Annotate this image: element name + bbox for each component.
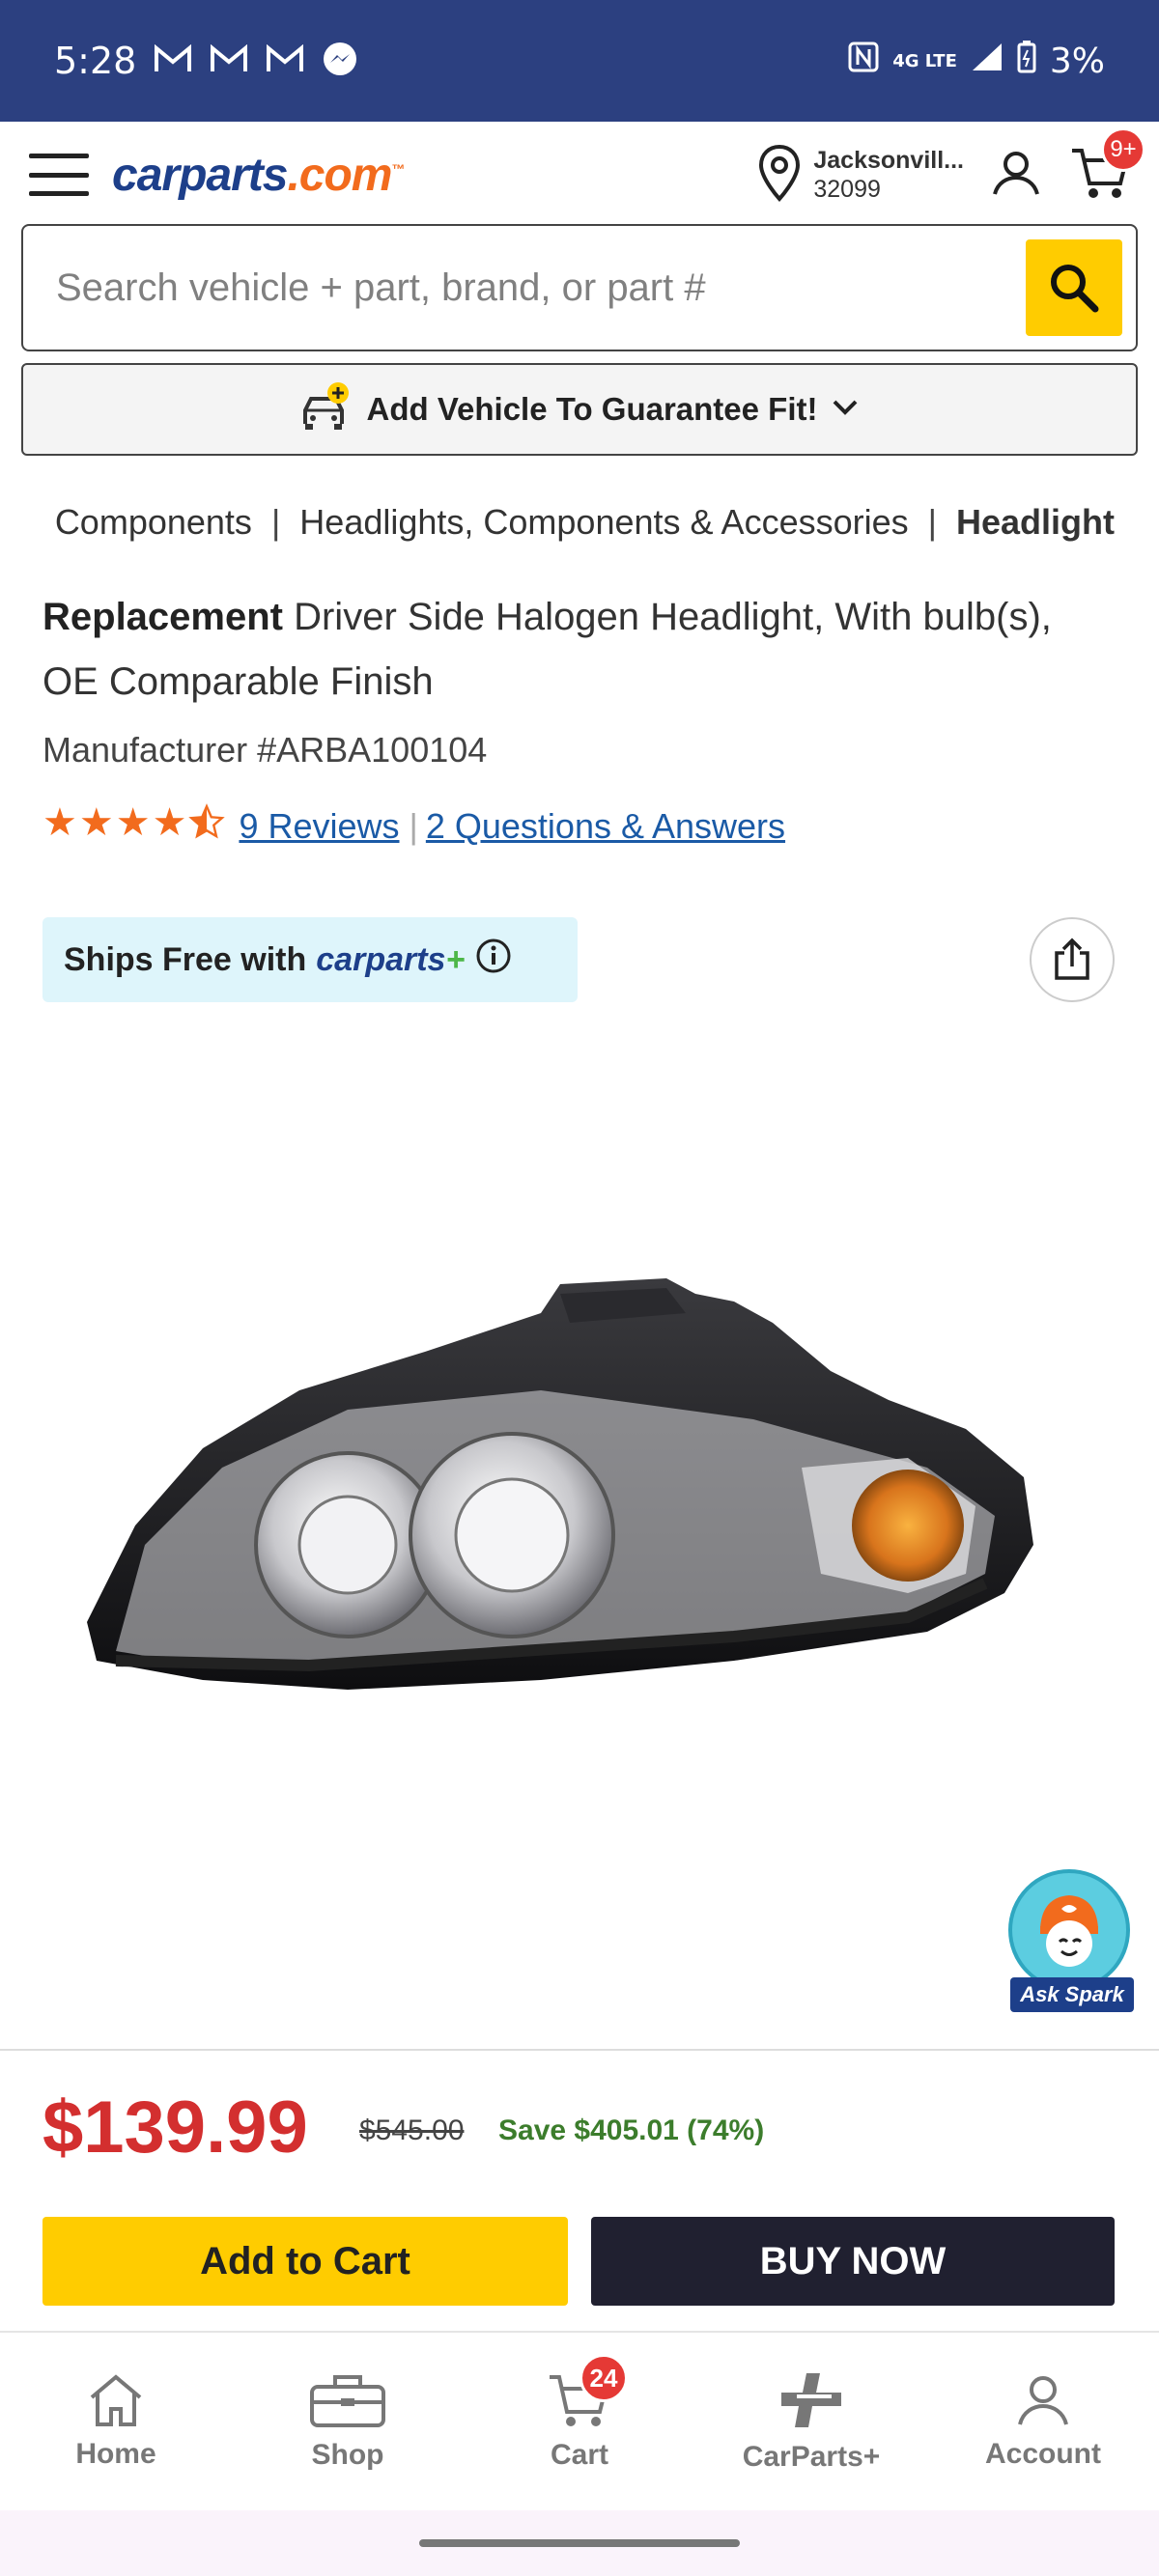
ask-spark-button[interactable]: Ask Spark	[1008, 1869, 1134, 2014]
nav-shop-label: Shop	[311, 2439, 384, 2471]
menu-icon[interactable]	[29, 154, 89, 196]
star-icon: ★	[115, 801, 151, 844]
nav-carparts-plus-label: CarParts+	[742, 2441, 881, 2473]
location-zip: 32099	[813, 176, 881, 203]
search-icon	[1051, 265, 1099, 313]
site-logo[interactable]: carparts.com™	[112, 149, 405, 202]
location-selector[interactable]: Jacksonvill... 32099	[755, 143, 964, 208]
gmail-icon	[210, 43, 248, 78]
add-vehicle-button[interactable]: Add Vehicle To Guarantee Fit!	[21, 363, 1138, 456]
info-icon[interactable]	[474, 937, 513, 984]
logo-tld: .com	[287, 149, 392, 201]
signal-icon	[971, 42, 1004, 81]
current-price: $139.99	[42, 2086, 308, 2169]
cart-count-badge: 9+	[1101, 126, 1145, 172]
location-city: Jacksonvill...	[813, 147, 964, 174]
search-bar	[21, 224, 1138, 351]
ask-spark-label: Ask Spark	[1010, 1977, 1134, 2012]
chevron-down-icon	[831, 398, 860, 422]
product-title: Replacement Driver Side Halogen Headligh…	[42, 585, 1117, 714]
star-icon: ★	[78, 801, 114, 844]
gmail-icon	[266, 43, 304, 78]
breadcrumb: Components | Headlights, Components & Acce…	[54, 502, 1115, 542]
status-left: 5:28	[54, 40, 358, 82]
star-icon: ★	[42, 801, 77, 844]
breadcrumb-current: Headlight	[955, 502, 1115, 542]
ships-plus: +	[445, 940, 466, 978]
cart-icon[interactable]: 9+	[1070, 126, 1145, 206]
network-label: 4G LTE	[892, 50, 957, 71]
breadcrumb-item[interactable]: Components	[55, 502, 252, 542]
share-button[interactable]	[1030, 917, 1115, 1002]
ships-free-text: Ships Free with	[64, 940, 307, 978]
status-time: 5:28	[54, 40, 137, 82]
home-gesture-bar[interactable]	[419, 2539, 740, 2547]
add-vehicle-label: Add Vehicle To Guarantee Fit!	[366, 391, 818, 427]
search-button[interactable]	[1026, 239, 1122, 336]
product-image[interactable]	[58, 1255, 1111, 1834]
carparts-plus-icon	[781, 2373, 841, 2427]
toolbox-icon	[310, 2375, 385, 2427]
product-title-brand: Replacement	[42, 596, 283, 638]
ships-free-banner[interactable]: Ships Free with carparts+	[42, 917, 578, 1002]
location-pin-icon	[755, 143, 804, 208]
add-to-cart-button[interactable]: Add to Cart	[42, 2217, 568, 2306]
nav-cart-badge: 24	[580, 2354, 628, 2402]
messenger-icon	[322, 41, 358, 82]
breadcrumb-item[interactable]: Headlights, Components & Accessories	[299, 502, 908, 542]
divider: |	[409, 805, 418, 846]
search-input[interactable]	[56, 266, 1026, 310]
nav-account[interactable]: Account	[927, 2333, 1159, 2510]
ships-brand: carparts	[316, 940, 446, 978]
half-star-icon	[188, 803, 226, 849]
star-icon: ★	[152, 801, 187, 844]
battery-percent: 3%	[1049, 41, 1105, 81]
nav-account-label: Account	[985, 2438, 1101, 2470]
car-add-icon	[299, 381, 353, 438]
home-icon	[90, 2374, 142, 2426]
status-right: 4G LTE 3%	[848, 40, 1105, 82]
nfc-icon	[848, 42, 879, 81]
section-divider	[0, 2049, 1159, 2051]
spark-mascot-icon	[1008, 1869, 1130, 1991]
battery-icon	[1017, 40, 1036, 82]
nav-cart-label: Cart	[550, 2439, 608, 2471]
logo-tm: ™	[391, 160, 405, 177]
nav-shop[interactable]: Shop	[232, 2333, 464, 2510]
share-icon	[1055, 938, 1089, 980]
manufacturer-number: Manufacturer #ARBA100104	[42, 730, 488, 770]
qa-link[interactable]: 2 Questions & Answers	[426, 806, 785, 847]
buy-now-button[interactable]: BUY NOW	[591, 2217, 1115, 2306]
reviews-link[interactable]: 9 Reviews	[239, 806, 399, 847]
nav-cart[interactable]: Cart 24	[464, 2333, 695, 2510]
logo-main: carparts	[112, 149, 288, 201]
nav-carparts-plus[interactable]: CarParts+	[695, 2333, 927, 2510]
gmail-icon	[154, 43, 192, 78]
bottom-nav: Home Shop Cart 24 CarParts+ Account	[0, 2331, 1159, 2510]
nav-home[interactable]: Home	[0, 2333, 232, 2510]
star-rating: ★ ★ ★ ★	[42, 801, 226, 849]
account-icon	[1018, 2376, 1068, 2425]
site-header: carparts.com™ Jacksonvill... 32099 9+	[0, 122, 1159, 228]
nav-home-label: Home	[75, 2438, 156, 2470]
status-bar: 5:28 4G LTE 3%	[0, 0, 1159, 122]
original-price: $545.00	[359, 2114, 465, 2146]
savings-text: Save $405.01 (74%)	[498, 2114, 765, 2146]
account-icon[interactable]	[991, 148, 1041, 203]
rating-row: ★ ★ ★ ★ 9 Reviews | 2 Questions & Answer…	[42, 803, 785, 849]
